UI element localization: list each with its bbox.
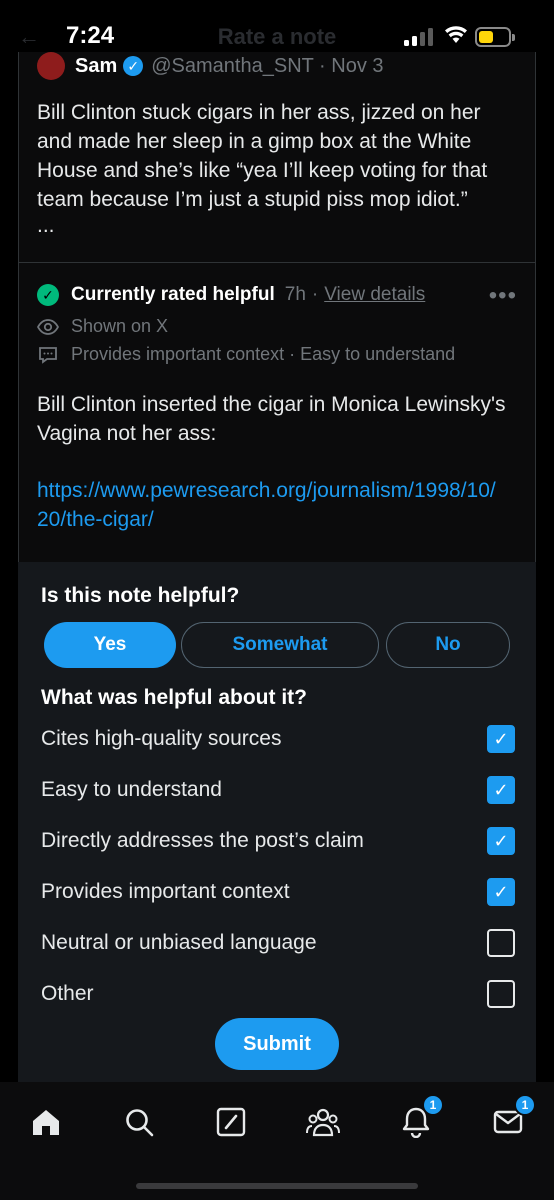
no-button[interactable]: No bbox=[386, 622, 510, 668]
post-truncation: ... bbox=[37, 214, 55, 237]
option-label: Directly addresses the post’s claim bbox=[41, 829, 364, 852]
helpful-reasons-heading: What was helpful about it? bbox=[41, 686, 307, 709]
status-bar: ← Rate a note 7:24 bbox=[0, 0, 554, 70]
note-status: Currently rated helpful bbox=[71, 284, 275, 305]
option-row[interactable]: Easy to understand ✓ bbox=[41, 775, 515, 805]
search-icon[interactable] bbox=[119, 1102, 159, 1142]
note-status-row: ✓ Currently rated helpful 7h · View deta… bbox=[37, 284, 425, 306]
grok-icon[interactable] bbox=[211, 1102, 251, 1142]
view-details-link[interactable]: View details bbox=[324, 284, 425, 306]
messages-badge: 1 bbox=[514, 1094, 536, 1116]
option-label: Neutral or unbiased language bbox=[41, 931, 317, 954]
clock: 7:24 bbox=[66, 22, 115, 49]
eye-icon bbox=[37, 318, 59, 335]
note-source-link[interactable]: https://www.pewresearch.org/journalism/1… bbox=[37, 476, 507, 534]
shown-on-text: Shown on X bbox=[71, 316, 169, 336]
option-row[interactable]: Provides important context ✓ bbox=[41, 877, 515, 907]
wifi-icon bbox=[444, 25, 468, 50]
notifications-icon[interactable]: 1 bbox=[396, 1094, 444, 1142]
checkbox-checked[interactable]: ✓ bbox=[487, 725, 515, 753]
option-label: Provides important context bbox=[41, 880, 290, 903]
checkbox-checked[interactable]: ✓ bbox=[487, 827, 515, 855]
separator: · bbox=[311, 284, 319, 305]
home-icon[interactable] bbox=[26, 1102, 66, 1142]
submit-button[interactable]: Submit bbox=[215, 1018, 339, 1070]
note-text: Bill Clinton inserted the cigar in Monic… bbox=[37, 393, 506, 445]
shown-on-row: Shown on X bbox=[37, 316, 168, 337]
note-detail: Sam ✓ @Samantha_SNT · Nov 3 Bill Clinton… bbox=[18, 52, 536, 562]
yes-button[interactable]: Yes bbox=[44, 622, 176, 668]
note-tags: Provides important context · Easy to und… bbox=[71, 344, 456, 364]
somewhat-button[interactable]: Somewhat bbox=[181, 622, 379, 668]
divider bbox=[19, 262, 535, 263]
messages-icon[interactable]: 1 bbox=[488, 1094, 536, 1142]
note-age: 7h bbox=[284, 284, 306, 305]
option-row[interactable]: Directly addresses the post’s claim ✓ bbox=[41, 826, 515, 856]
option-row[interactable]: Other bbox=[41, 979, 515, 1009]
communities-icon[interactable] bbox=[303, 1102, 343, 1142]
check-circle-icon: ✓ bbox=[37, 284, 59, 306]
checkbox-checked[interactable]: ✓ bbox=[487, 776, 515, 804]
option-label: Easy to understand bbox=[41, 778, 222, 801]
message-icon bbox=[37, 346, 59, 364]
battery-icon bbox=[475, 27, 515, 47]
rating-sheet: Is this note helpful? Yes Somewhat No Wh… bbox=[18, 562, 536, 1082]
helpful-question: Is this note helpful? bbox=[41, 584, 240, 607]
option-row[interactable]: Cites high-quality sources ✓ bbox=[41, 724, 515, 754]
option-label: Cites high-quality sources bbox=[41, 727, 282, 750]
option-row[interactable]: Neutral or unbiased language bbox=[41, 928, 515, 958]
notifications-badge: 1 bbox=[422, 1094, 444, 1116]
note-tags-row: Provides important context · Easy to und… bbox=[37, 344, 455, 365]
option-label: Other bbox=[41, 982, 94, 1005]
checkbox-unchecked[interactable] bbox=[487, 980, 515, 1008]
home-indicator[interactable] bbox=[136, 1183, 418, 1189]
post-text: Bill Clinton stuck cigars in her ass, ji… bbox=[37, 101, 488, 211]
checkbox-checked[interactable]: ✓ bbox=[487, 878, 515, 906]
cellular-signal-icon bbox=[404, 28, 434, 46]
more-options-icon[interactable]: ••• bbox=[489, 282, 517, 310]
checkbox-unchecked[interactable] bbox=[487, 929, 515, 957]
